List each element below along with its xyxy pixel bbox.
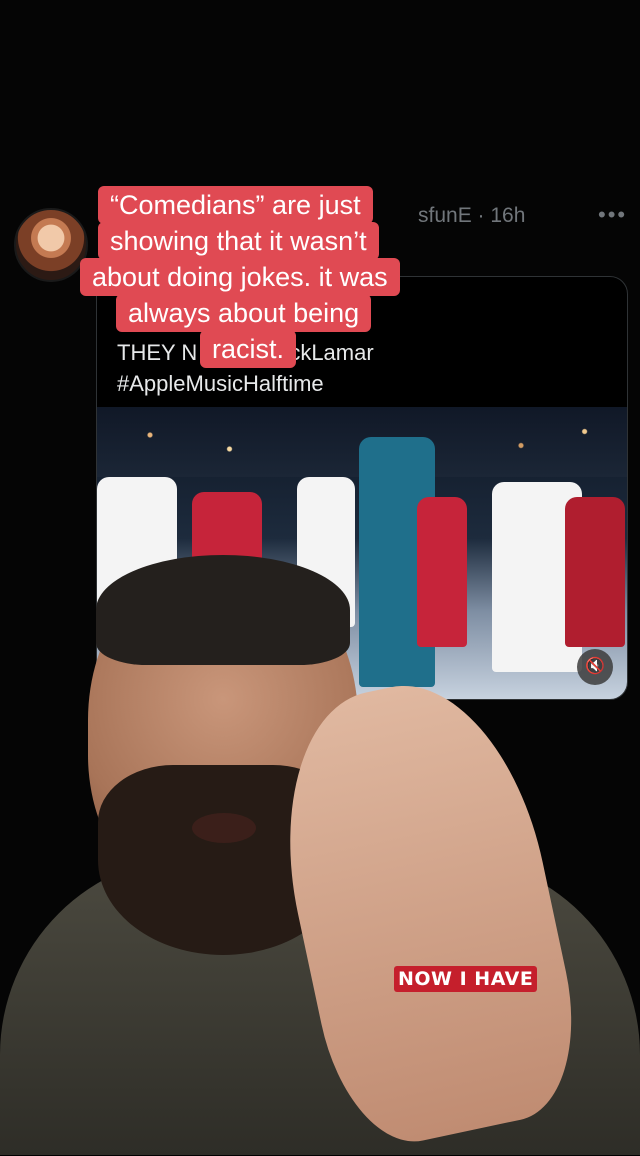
handle-fragment[interactable]: sfunE (418, 204, 472, 227)
caption-line: always about being (116, 294, 372, 332)
caption-line: racist. (200, 330, 297, 368)
caption-line: about doing jokes. it was (80, 258, 400, 296)
mouth (192, 813, 256, 843)
more-options-icon[interactable]: ••• (598, 202, 627, 228)
caption-line: “Comedians” are just (98, 186, 373, 224)
caption-line: showing that it wasn’t (98, 222, 379, 260)
tweet-meta: sfunE · 16h (418, 204, 525, 228)
tweet-time: · 16h (477, 204, 526, 227)
subtitle-caption: NOW I HAVE (394, 966, 538, 992)
hair (96, 555, 350, 665)
avatar[interactable] (14, 208, 88, 282)
creator-video-overlay (0, 555, 640, 1156)
